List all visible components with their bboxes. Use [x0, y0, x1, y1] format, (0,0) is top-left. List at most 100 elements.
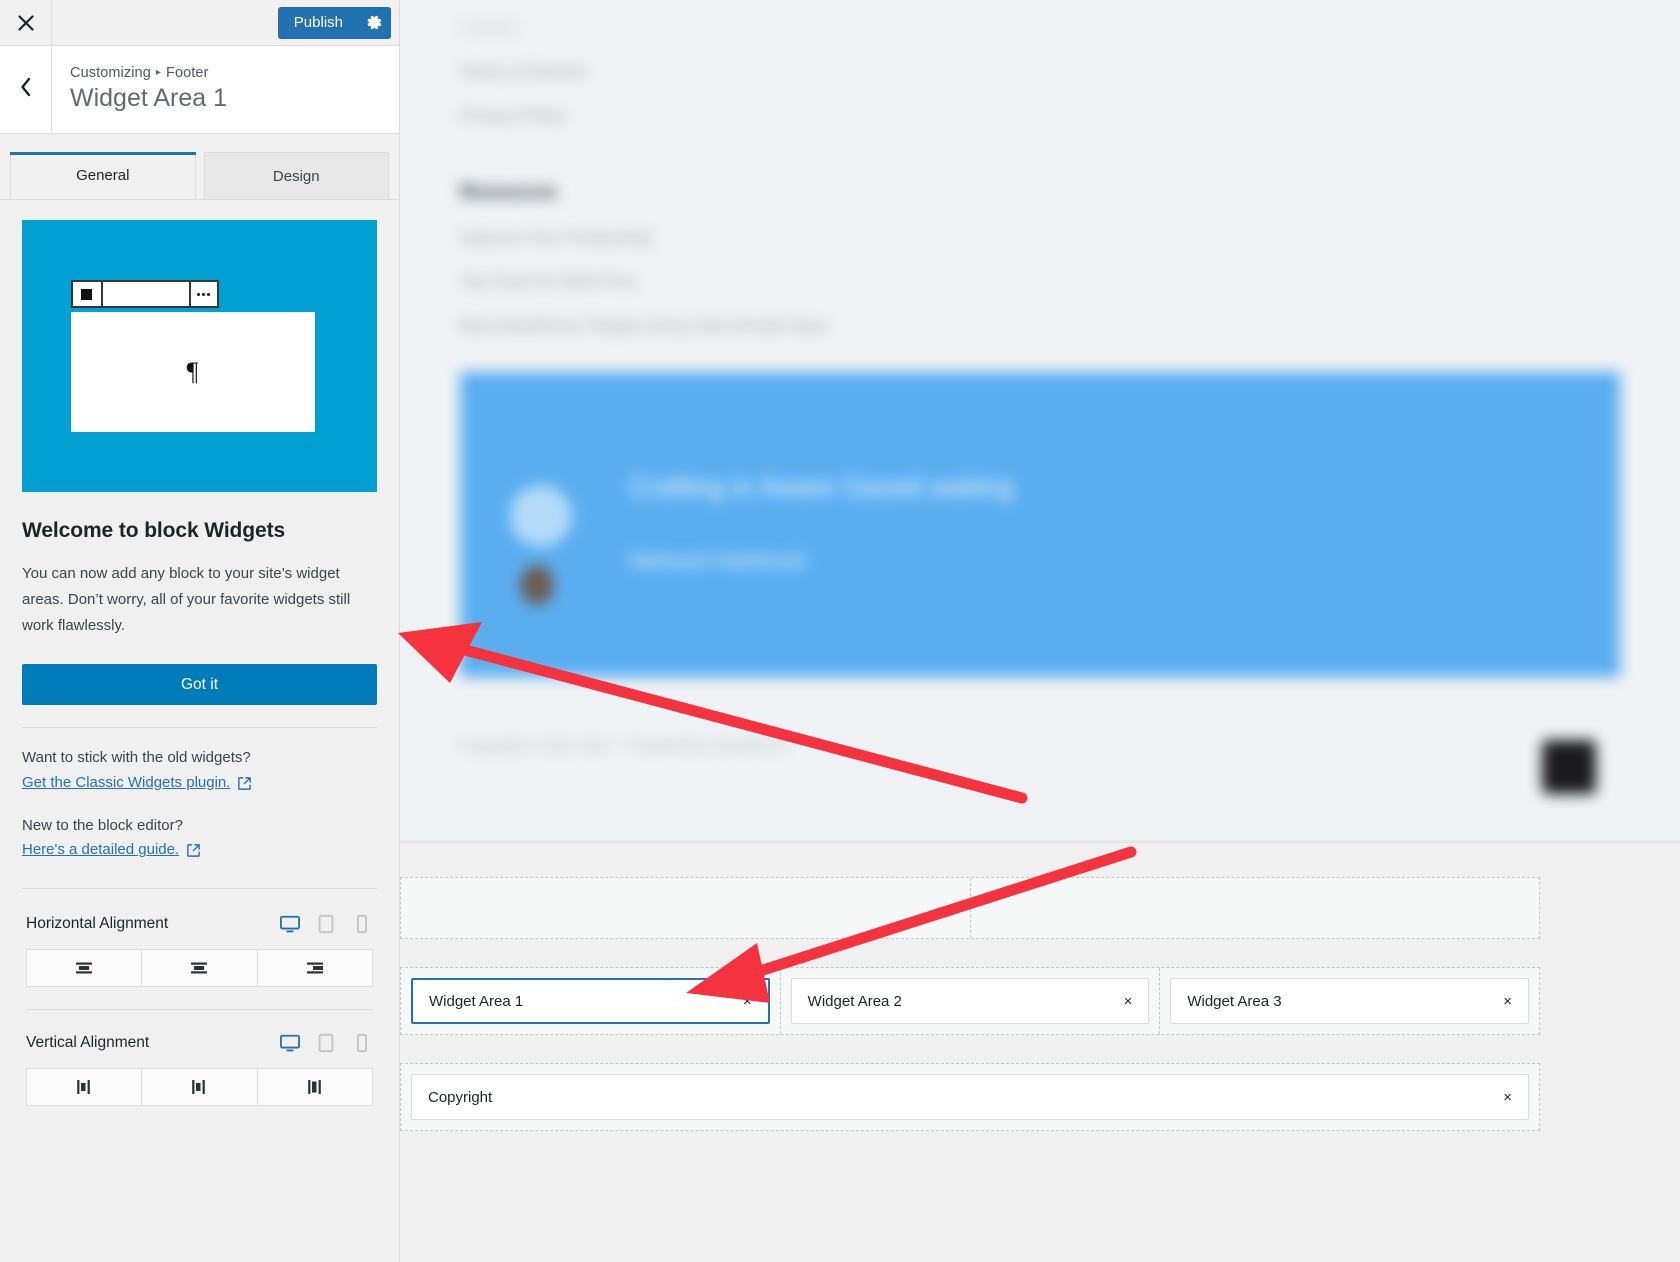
widget-area-1-label: Widget Area 1: [429, 992, 524, 1010]
sidebar-title-block: Customizing ▸ Footer Widget Area 1: [52, 46, 227, 133]
align-top-icon[interactable]: [26, 949, 143, 988]
publish-button[interactable]: Publish: [277, 6, 391, 39]
align-right-icon[interactable]: [257, 1068, 373, 1107]
sidebar-topbar: Publish: [0, 0, 399, 46]
widget-cell[interactable]: [969, 878, 1540, 938]
sidebar-body: ¶ Welcome to block Widgets You can now a…: [0, 200, 399, 1262]
external-link-icon: [237, 775, 252, 790]
block-editor-question: New to the block editor?: [22, 816, 183, 834]
classic-widgets-question: Want to stick with the old widgets?: [22, 749, 251, 767]
tab-general[interactable]: General: [10, 152, 196, 199]
chat-widget-button[interactable]: [1542, 740, 1596, 794]
preview-line-privacy: Privacy Policy: [460, 106, 566, 125]
preview-frame[interactable]: Contact Terms of Service Privacy Policy …: [400, 0, 1680, 840]
tablet-icon[interactable]: [315, 1032, 337, 1054]
close-icon[interactable]: ×: [1124, 994, 1133, 1009]
preview-resource-2: Best WordPress Plugins Every Site Should…: [460, 316, 828, 335]
customizer-sidebar: Publish Customizing ▸ Footer Widget Area…: [0, 0, 400, 1262]
mobile-icon[interactable]: [351, 913, 373, 935]
close-icon[interactable]: ×: [1503, 994, 1512, 1009]
widget-cell[interactable]: Widget Area 2 ×: [779, 968, 1160, 1034]
device-toggle-group-vertical: [279, 1032, 373, 1054]
welcome-body: You can now add any block to your site’s…: [22, 565, 351, 634]
widget-area-3-box[interactable]: Widget Area 3 ×: [1170, 978, 1530, 1024]
breadcrumb: Customizing ▸ Footer: [70, 65, 227, 81]
preview-content: Contact Terms of Service Privacy Policy …: [400, 0, 1680, 754]
toolbar-space: [103, 282, 189, 306]
sidebar-tabs: General Design: [0, 134, 399, 199]
tab-design-label: Design: [272, 168, 320, 185]
ellipsis-icon: [188, 282, 217, 306]
horizontal-alignment-header: Horizontal Alignment: [26, 913, 373, 935]
widget-cell[interactable]: Widget Area 1 ×: [401, 968, 780, 1034]
preview-copyright: Copyright © 2021 Site — Powered by WordP…: [460, 737, 788, 754]
align-middle-icon[interactable]: [142, 949, 258, 988]
widget-cell[interactable]: Copyright ×: [401, 1064, 1539, 1130]
classic-widgets-link-label: Get the Classic Widgets plugin.: [22, 773, 231, 791]
tablet-icon[interactable]: [315, 913, 337, 935]
align-bottom-icon[interactable]: [257, 949, 373, 988]
page-title: Widget Area 1: [70, 83, 228, 112]
classic-widgets-plugin-link[interactable]: Get the Classic Widgets plugin.: [22, 771, 252, 794]
block-editor-guide-link[interactable]: Here's a detailed guide.: [22, 838, 201, 861]
widget-area-3-label: Widget Area 3: [1187, 992, 1282, 1010]
block-editor-link-label: Here's a detailed guide.: [22, 841, 180, 859]
sidebar-header: Customizing ▸ Footer Widget Area 1: [0, 46, 399, 134]
vertical-alignment-buttons: [26, 1068, 373, 1107]
paragraph-icon: ¶: [186, 357, 199, 386]
widget-area-2-label: Widget Area 2: [807, 992, 902, 1010]
align-left-icon[interactable]: [26, 1068, 143, 1107]
customizer-main: Contact Terms of Service Privacy Policy …: [400, 0, 1680, 1262]
breadcrumb-root: Customizing: [70, 64, 151, 81]
tab-design[interactable]: Design: [203, 152, 389, 199]
breadcrumb-separator-icon: ▸: [155, 67, 162, 79]
tab-general-label: General: [76, 167, 130, 184]
close-icon[interactable]: ×: [743, 994, 752, 1009]
external-link-icon: [186, 842, 201, 858]
horizontal-alignment-label: Horizontal Alignment: [26, 915, 169, 933]
widget-rows-container: Widget Area 1 × Widget Area 2 × Widget A…: [400, 877, 1540, 1131]
welcome-panel: ¶ Welcome to block Widgets You can now a…: [0, 200, 399, 890]
preview-banner-title: Crafting in Aware Gazed waiting: [630, 472, 1014, 502]
align-center-icon[interactable]: [142, 1068, 258, 1107]
illustration-canvas: ¶: [70, 312, 315, 432]
preview-resource-0: Improve Your Productivity: [460, 228, 653, 247]
desktop-icon[interactable]: [279, 1032, 301, 1054]
widget-areas-editor: Widget Area 1 × Widget Area 2 × Widget A…: [400, 842, 1680, 1262]
preview-banner: Crafting in Aware Gazed waiting Wahwoot …: [460, 372, 1620, 677]
customizer-app: Publish Customizing ▸ Footer Widget Area…: [0, 0, 1680, 1262]
illustration-block-toolbar: [70, 280, 219, 308]
desktop-icon[interactable]: [279, 913, 301, 935]
copyright-box[interactable]: Copyright ×: [411, 1074, 1529, 1120]
horizontal-alignment-section: Horizontal Alignment: [0, 889, 399, 1011]
back-button[interactable]: [0, 46, 52, 133]
publish-group: Publish: [277, 0, 399, 45]
preview-banner-subtitle: Wahwoot Hashbrook: [630, 551, 806, 572]
chevron-left-icon: [17, 76, 35, 103]
widget-cell[interactable]: [401, 878, 970, 938]
close-icon[interactable]: ×: [1503, 1090, 1512, 1105]
copyright-label: Copyright: [428, 1088, 493, 1106]
table-row[interactable]: [400, 877, 1540, 939]
got-it-button[interactable]: Got it: [22, 664, 377, 706]
widget-area-1-box[interactable]: Widget Area 1 ×: [411, 978, 770, 1024]
widget-area-2-box[interactable]: Widget Area 2 ×: [790, 978, 1150, 1024]
publish-label: Publish: [293, 13, 343, 31]
mobile-icon[interactable]: [351, 1032, 373, 1054]
vertical-alignment-section: Vertical Alignment: [0, 1010, 399, 1107]
horizontal-alignment-buttons: [26, 949, 373, 988]
table-row[interactable]: Copyright ×: [400, 1063, 1540, 1131]
vertical-alignment-header: Vertical Alignment: [26, 1032, 373, 1054]
welcome-illustration: ¶: [22, 220, 377, 492]
block-editor-guide-block: New to the block editor? Here's a detail…: [22, 814, 377, 862]
widget-cell[interactable]: Widget Area 3 ×: [1159, 968, 1539, 1034]
preview-section-heading: Resources: [460, 182, 558, 203]
device-toggle-group-horizontal: [279, 913, 373, 935]
welcome-links: Want to stick with the old widgets? Get …: [22, 728, 377, 861]
table-row[interactable]: Widget Area 1 × Widget Area 2 × Widget A…: [400, 967, 1540, 1035]
close-icon: [16, 13, 36, 33]
welcome-heading: Welcome to block Widgets: [22, 519, 286, 542]
gear-icon[interactable]: [357, 6, 391, 39]
close-customizer-button[interactable]: [0, 0, 52, 45]
